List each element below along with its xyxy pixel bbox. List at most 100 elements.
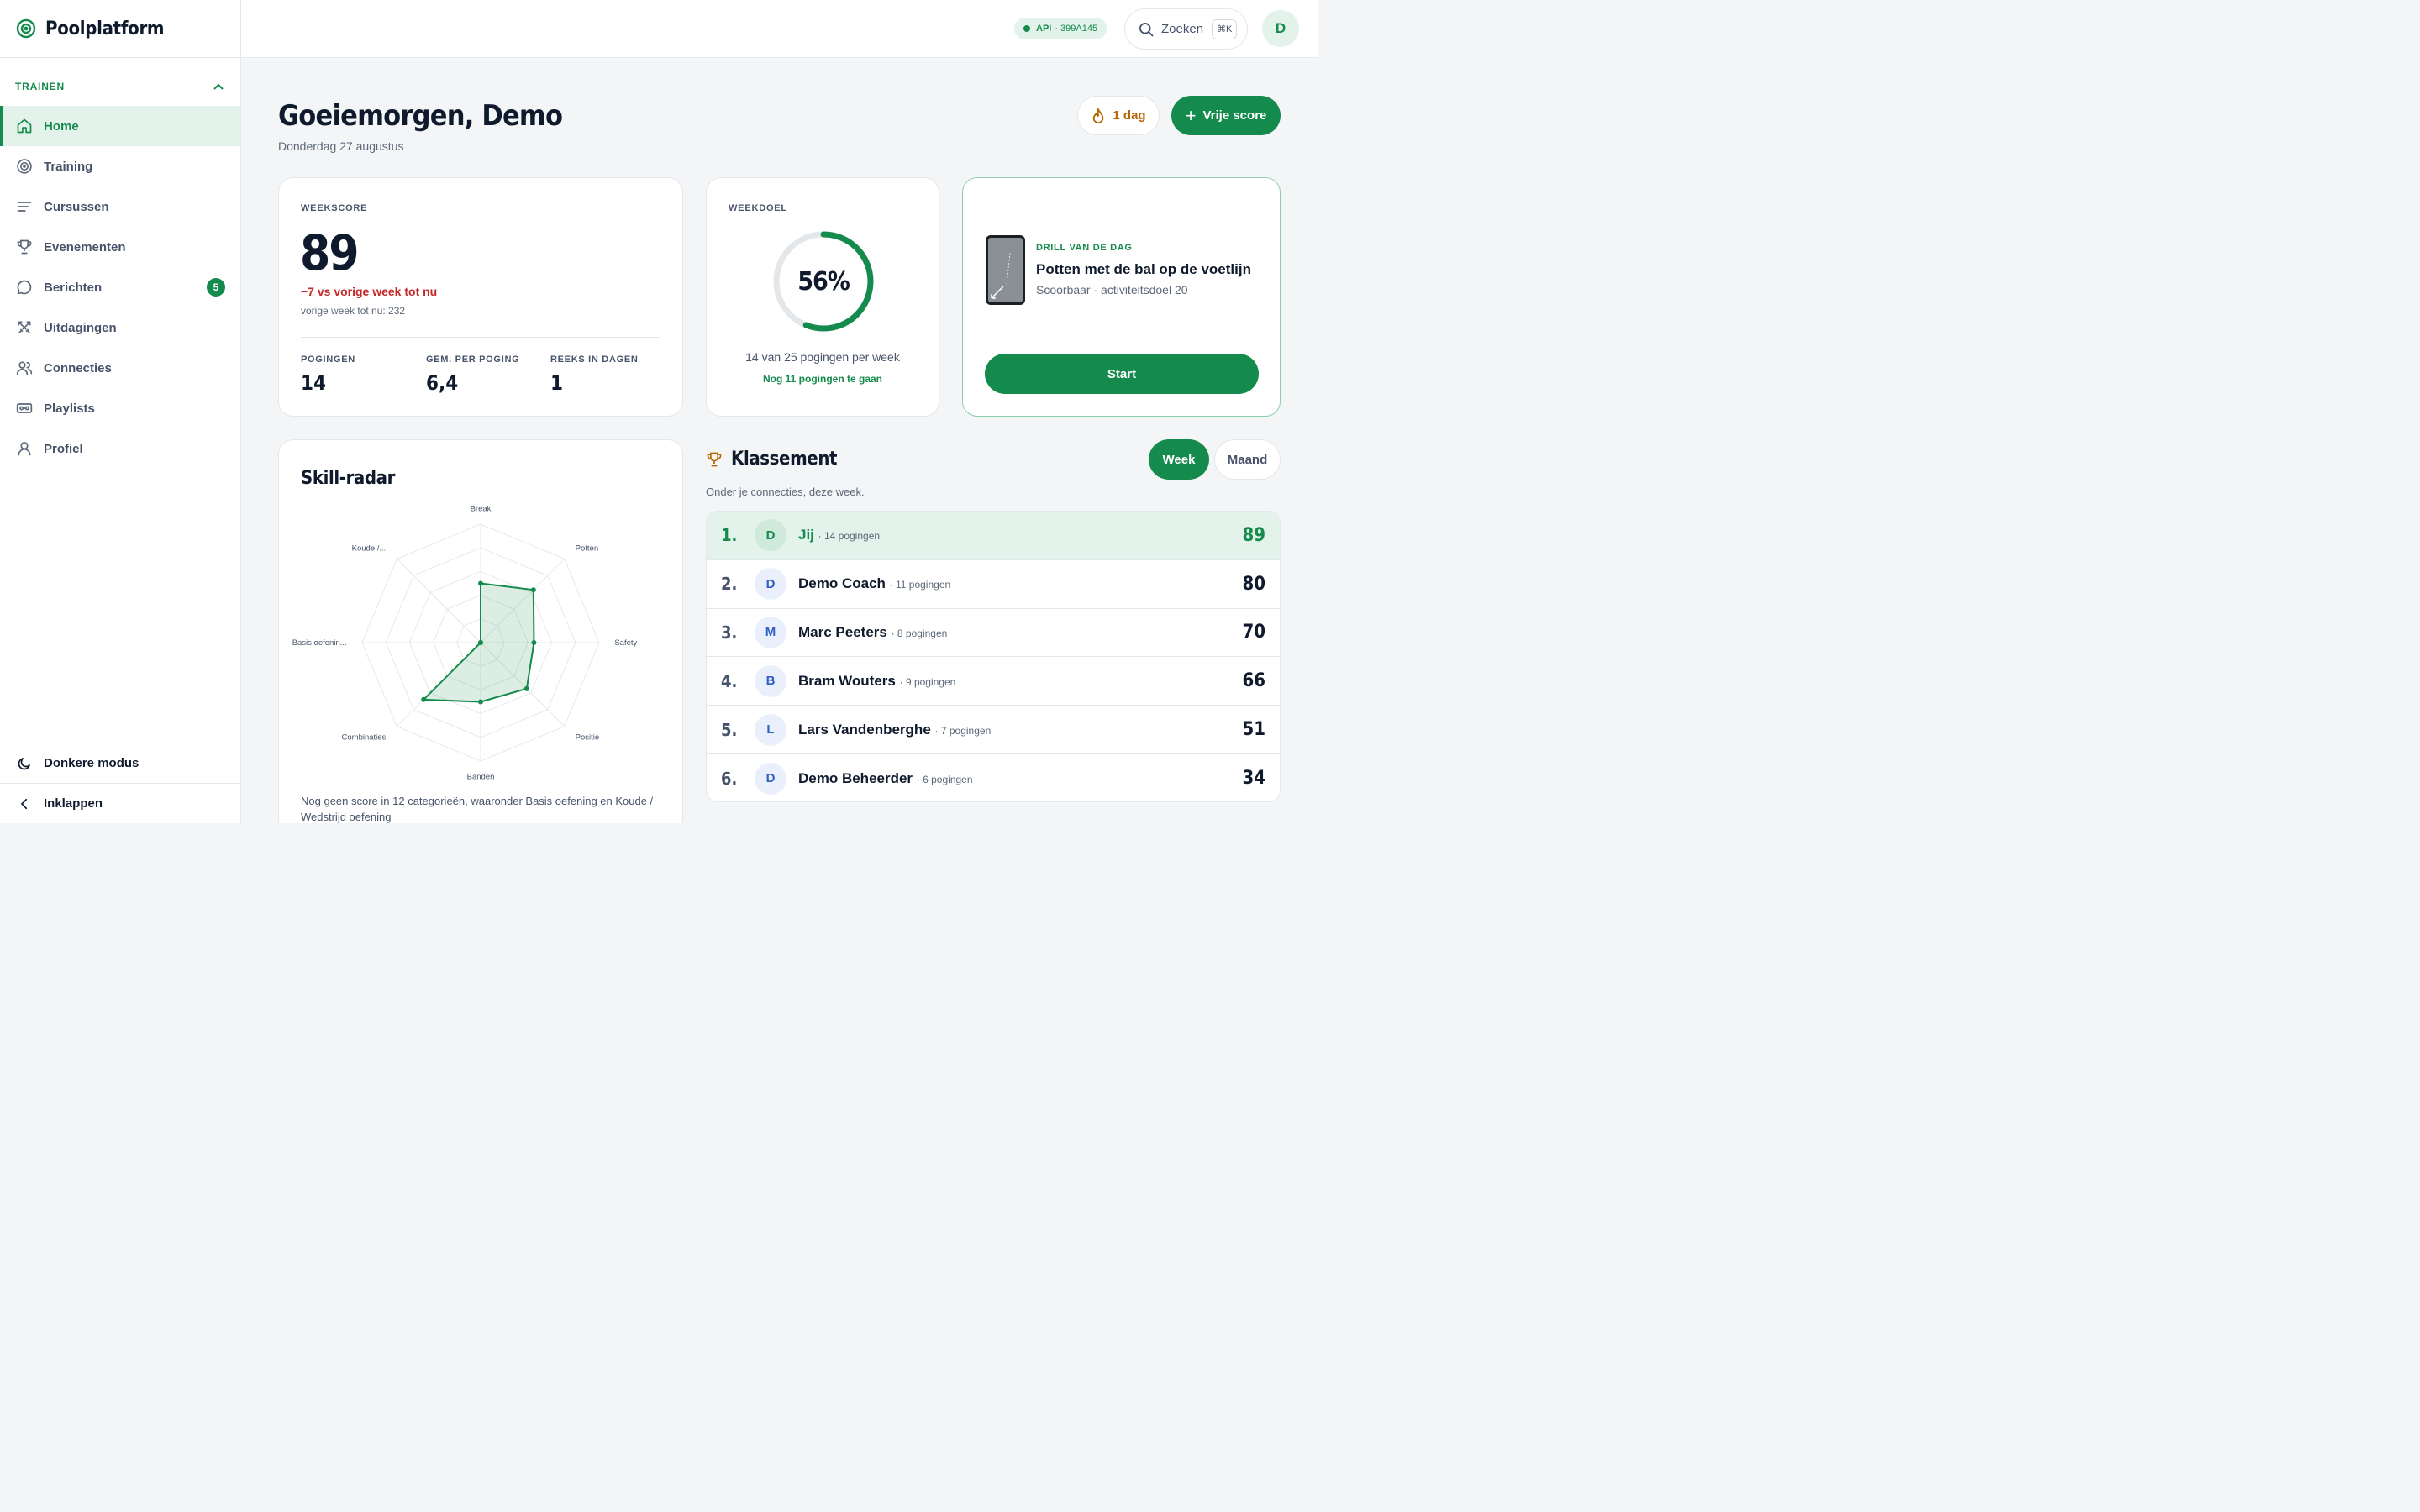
section-head-trainen[interactable]: TRAINEN — [0, 66, 240, 106]
rank: 1. — [721, 525, 738, 546]
sidebar-item-cursussen[interactable]: Cursussen — [0, 186, 240, 227]
collapse-sidebar-button[interactable]: Inklappen — [0, 783, 240, 823]
skill-radar-note: Nog geen score in 12 categorieën, waaron… — [301, 795, 654, 823]
sidebar-item-playlists[interactable]: Playlists — [0, 388, 240, 428]
avatar: D — [755, 568, 786, 601]
player-name: Demo Coach · 11 pogingen — [798, 575, 950, 592]
sidebar-item-label: Training — [44, 159, 93, 174]
avatar: B — [755, 664, 786, 697]
radar-point — [478, 580, 483, 586]
sidebar-item-profiel[interactable]: Profiel — [0, 428, 240, 469]
streak-label: 1 dag — [1113, 108, 1146, 123]
dark-mode-toggle[interactable]: Donkere modus — [0, 743, 240, 783]
radar-point — [523, 685, 529, 691]
weekdoel-label: WEEKDOEL — [729, 203, 787, 213]
sidebar-item-label: Connecties — [44, 360, 112, 375]
radar-point — [530, 587, 536, 593]
sidebar-item-berichten[interactable]: Berichten 5 — [0, 267, 240, 307]
moon-icon — [18, 757, 30, 769]
streak-button[interactable]: 1 dag — [1077, 96, 1160, 135]
chat-icon — [15, 278, 34, 297]
weekdoel-card: WEEKDOEL 56% 14 van 25 pogingen per week… — [706, 177, 939, 417]
topbar: API · 399A145 Zoeken ⌘K D — [241, 0, 1318, 58]
sidebar-item-label: Playlists — [44, 401, 95, 416]
swords-icon — [15, 318, 34, 337]
player-name: Jij · 14 pogingen — [798, 527, 880, 543]
trophy-icon — [15, 238, 34, 256]
leaderboard-row[interactable]: 3. M Marc Peeters · 8 pogingen 70 — [707, 609, 1280, 658]
home-icon — [15, 117, 34, 135]
sidebar-item-uitdagingen[interactable]: Uitdagingen — [0, 307, 240, 348]
radar-axis-label: Break — [471, 505, 492, 514]
sidebar-item-label: Evenementen — [44, 239, 126, 255]
start-drill-button[interactable]: Start — [985, 354, 1259, 394]
radar-point — [478, 640, 483, 645]
tab-week[interactable]: Week — [1149, 439, 1209, 480]
avatar: L — [755, 713, 786, 746]
player-score: 89 — [1242, 524, 1265, 546]
weekdoel-subtitle: 14 van 25 pogingen per week — [745, 350, 900, 364]
radar-point — [421, 696, 427, 702]
sidebar-item-evenementen[interactable]: Evenementen — [0, 227, 240, 267]
leaderboard-row[interactable]: 2. D Demo Coach · 11 pogingen 80 — [707, 560, 1280, 609]
leaderboard-title: Klassement — [731, 449, 838, 470]
page-title: Goeiemorgen, Demo — [278, 99, 563, 133]
sidebar-item-home[interactable]: Home — [0, 106, 240, 146]
player-name-text: Marc Peeters — [798, 623, 887, 640]
player-score: 66 — [1242, 670, 1265, 692]
stat-label: GEM. PER POGING — [426, 354, 520, 365]
player-attempts: · 7 pogingen — [934, 724, 992, 737]
rank: 6. — [721, 768, 738, 789]
target-icon — [15, 157, 34, 176]
player-score: 34 — [1242, 768, 1265, 790]
weekdoel-percent: 56% — [797, 266, 850, 297]
leaderboard-row[interactable]: 6. D Demo Beheerder · 6 pogingen 34 — [707, 754, 1280, 801]
sidebar: Poolplatform TRAINEN Home Training Cursu… — [0, 0, 241, 823]
leaderboard-subtitle: Onder je connecties, deze week. — [706, 486, 865, 498]
leaderboard-row[interactable]: 4. B Bram Wouters · 9 pogingen 66 — [707, 657, 1280, 706]
drill-title: Potten met de bal op de voetlijn — [1036, 261, 1251, 277]
new-score-button[interactable]: + Vrije score — [1171, 96, 1281, 135]
rank: 4. — [721, 670, 738, 691]
dark-mode-label: Donkere modus — [44, 756, 139, 770]
search-button[interactable]: Zoeken ⌘K — [1124, 8, 1248, 50]
user-icon — [15, 439, 34, 458]
player-name-text: Lars Vandenberghe — [798, 721, 931, 738]
plus-icon: + — [1185, 104, 1197, 126]
sidebar-item-label: Uitdagingen — [44, 320, 117, 335]
radar-axis-label: Potten — [576, 543, 598, 553]
rank: 3. — [721, 622, 738, 643]
sidebar-item-connecties[interactable]: Connecties — [0, 348, 240, 388]
player-name: Marc Peeters · 8 pogingen — [798, 624, 947, 641]
stat-value: 6,4 — [426, 371, 459, 395]
stat-streak: REEKS IN DAGEN 1 — [550, 354, 639, 395]
avatar: D — [755, 762, 786, 795]
page-date: Donderdag 27 augustus — [278, 139, 404, 153]
chevron-left-icon — [20, 798, 28, 809]
api-status-badge: API · 399A145 — [1014, 18, 1107, 39]
avatar: M — [755, 616, 786, 648]
player-attempts: · 11 pogingen — [889, 579, 951, 591]
logo-target-icon — [16, 18, 36, 39]
skill-radar-chart: Break Potten Safety Positie Banden Combinatie… — [292, 505, 638, 782]
leaderboard-header: Klassement — [706, 449, 837, 470]
player-score: 70 — [1242, 622, 1265, 643]
collapse-label: Inklappen — [44, 796, 103, 811]
leaderboard-row[interactable]: 1. D Jij · 14 pogingen 89 — [707, 512, 1280, 560]
leaderboard-row[interactable]: 5. L Lars Vandenberghe · 7 pogingen 51 — [707, 706, 1280, 754]
brand[interactable]: Poolplatform — [0, 0, 240, 58]
weekscore-value: 89 — [300, 224, 360, 281]
drill-of-the-day-card: DRILL VAN DE DAG Potten met de bal op de… — [962, 177, 1281, 417]
tab-month[interactable]: Maand — [1214, 439, 1281, 480]
section-title: TRAINEN — [15, 80, 65, 92]
chevron-up-icon[interactable] — [213, 83, 224, 90]
leaderboard-list: 1. D Jij · 14 pogingen 89 2. D Demo Coach · 11… — [706, 511, 1281, 802]
stat-value: 14 — [301, 371, 327, 395]
list-icon — [15, 197, 34, 216]
radar-axis-label: Positie — [576, 733, 600, 743]
player-score: 51 — [1242, 719, 1265, 741]
drill-meta: Scoorbaar · activiteitsdoel 20 — [1036, 283, 1188, 297]
sidebar-item-training[interactable]: Training — [0, 146, 240, 186]
user-avatar[interactable]: D — [1262, 10, 1299, 47]
stat-attempts: POGINGEN 14 — [301, 354, 355, 395]
